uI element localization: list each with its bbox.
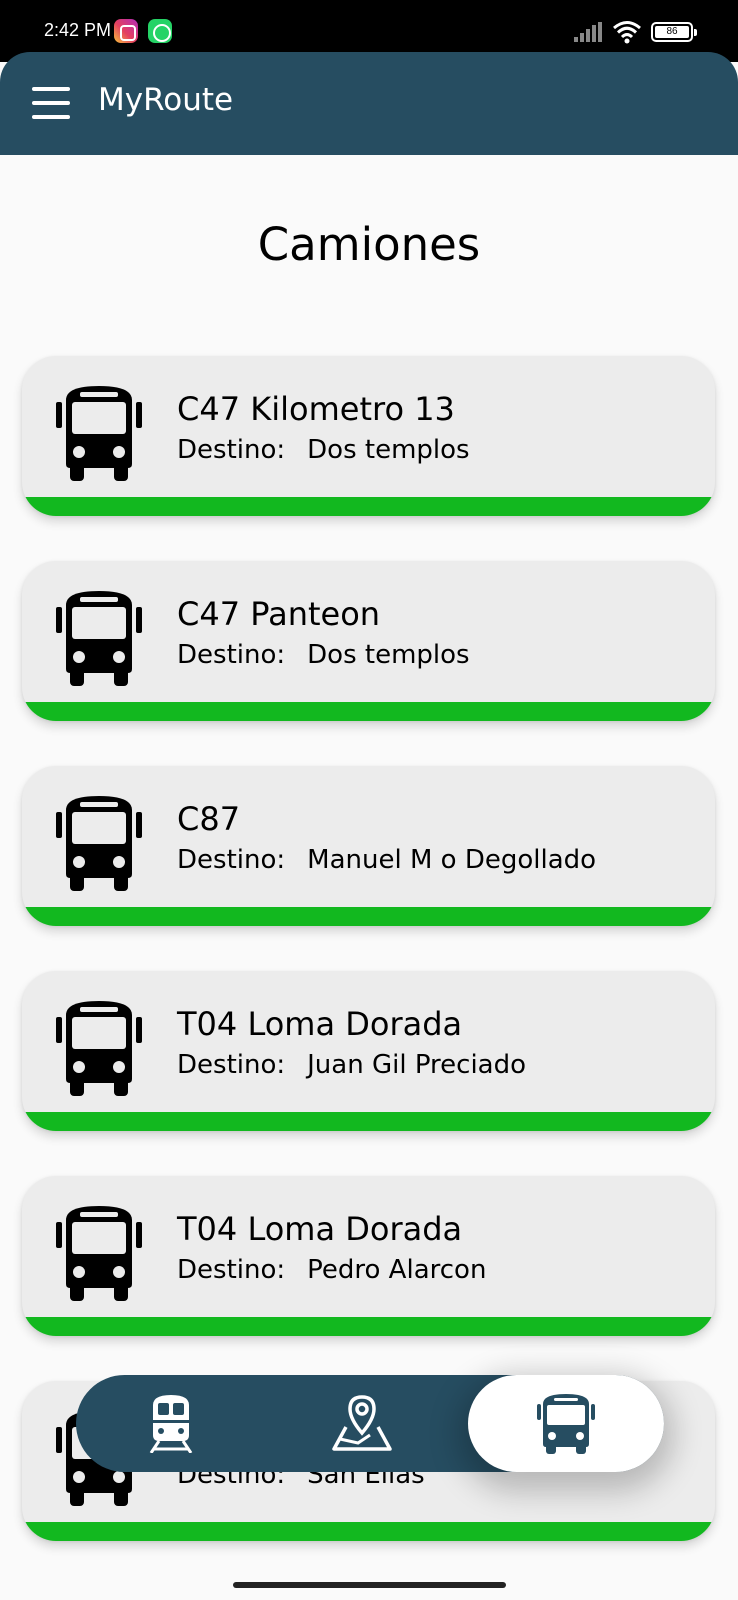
bus-icon (56, 386, 142, 481)
bus-icon (56, 1001, 142, 1096)
route-status-bar (22, 497, 715, 516)
wifi-icon (613, 21, 641, 44)
destination-label: Destino: (177, 1050, 286, 1080)
route-card[interactable]: T04 Loma Dorada Destino: Juan Gil Preciad… (22, 971, 715, 1131)
route-card[interactable]: T04 Loma Dorada Destino: Pedro Alarcon (22, 1176, 715, 1336)
bus-icon (537, 1394, 595, 1454)
route-destination: Destino: Juan Gil Preciado (177, 1050, 526, 1080)
bus-icon (56, 796, 142, 891)
battery-level: 86 (655, 26, 689, 38)
route-status-bar (22, 702, 715, 721)
destination-label: Destino: (177, 435, 286, 465)
route-name: C47 Panteon (177, 595, 381, 633)
nav-trains[interactable] (136, 1375, 206, 1472)
destination-label: Destino: (177, 1255, 286, 1285)
route-name: C47 Kilometro 13 (177, 390, 455, 428)
route-status-bar (22, 1317, 715, 1336)
route-status-bar (22, 1112, 715, 1131)
signal-icon (574, 22, 602, 42)
destination-value: Pedro Alarcon (307, 1255, 487, 1285)
bus-icon (56, 591, 142, 686)
bottom-navigation (76, 1375, 664, 1472)
map-pin-icon (332, 1395, 392, 1451)
whatsapp-icon (148, 19, 172, 43)
app-bar: MyRoute (0, 52, 738, 155)
route-name: T04 Loma Dorada (177, 1005, 463, 1043)
route-card[interactable]: C87 Destino: Manuel M o Degollado (22, 766, 715, 926)
nav-buses[interactable] (468, 1375, 664, 1472)
menu-icon[interactable] (32, 87, 70, 119)
route-card[interactable]: C47 Panteon Destino: Dos templos (22, 561, 715, 721)
destination-label: Destino: (177, 845, 286, 875)
app-title: MyRoute (98, 82, 234, 118)
route-status-bar (22, 907, 715, 926)
train-icon (149, 1395, 193, 1453)
nav-map[interactable] (322, 1375, 402, 1472)
bus-icon (56, 1206, 142, 1301)
page-title: Camiones (257, 218, 481, 271)
route-status-bar (22, 1522, 715, 1541)
route-name: C87 (177, 800, 241, 838)
status-time: 2:42 PM (44, 20, 112, 40)
route-destination: Destino: Dos templos (177, 640, 470, 670)
route-card[interactable]: C47 Kilometro 13 Destino: Dos templos (22, 356, 715, 516)
route-destination: Destino: Manuel M o Degollado (177, 845, 596, 875)
destination-value: Dos templos (307, 640, 470, 670)
route-destination: Destino: Pedro Alarcon (177, 1255, 486, 1285)
destination-label: Destino: (177, 640, 286, 670)
instagram-icon (114, 19, 138, 43)
route-destination: Destino: Dos templos (177, 435, 470, 465)
destination-value: Dos templos (307, 435, 470, 465)
destination-value: Manuel M o Degollado (307, 845, 597, 875)
route-name: T04 Loma Dorada (177, 1210, 463, 1248)
battery-icon: 86 (651, 22, 697, 42)
home-indicator[interactable] (233, 1582, 506, 1588)
destination-value: Juan Gil Preciado (307, 1050, 527, 1080)
